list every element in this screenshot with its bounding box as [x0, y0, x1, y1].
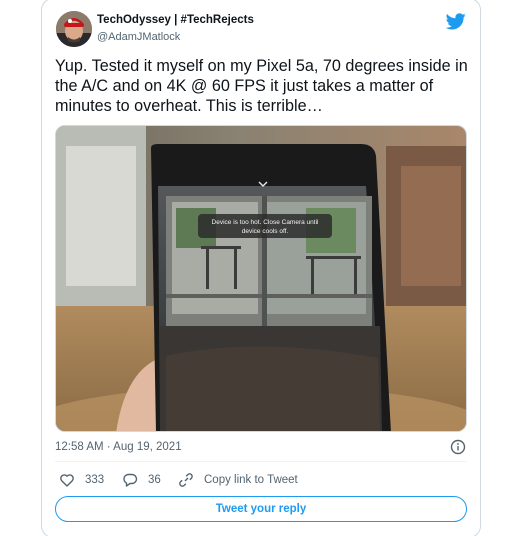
copy-link-label: Copy link to Tweet	[204, 474, 298, 486]
avatar[interactable]	[56, 11, 92, 47]
reply-button[interactable]: 36	[122, 471, 161, 489]
tweet-actions: 333 36 Copy link to Tweet	[55, 471, 467, 489]
like-count: 333	[85, 474, 105, 486]
author-handle[interactable]: @AdamJMatlock	[97, 31, 180, 43]
tweet-text: Yup. Tested it myself on my Pixel 5a, 70…	[55, 57, 468, 115]
tweet-timestamp[interactable]: 12:58 AM · Aug 19, 2021	[55, 441, 182, 453]
tweet-your-reply-button[interactable]: Tweet your reply	[55, 496, 467, 522]
like-button[interactable]: 333	[59, 471, 104, 489]
svg-text:device cools off.: device cools off.	[242, 228, 289, 235]
heart-icon	[60, 474, 74, 487]
tweet-media-photo[interactable]: Device is too hot. Close Camera until de…	[55, 125, 467, 432]
author-display-name[interactable]: TechOdyssey | #TechRejects	[97, 14, 254, 26]
divider	[55, 461, 467, 462]
twitter-bird-icon[interactable]	[446, 13, 466, 30]
svg-text:Device is too hot. Close Camer: Device is too hot. Close Camera until	[212, 219, 319, 226]
photo-illustration: Device is too hot. Close Camera until de…	[56, 126, 466, 431]
tweet-card: TechOdyssey | #TechRejects @AdamJMatlock…	[41, 0, 481, 536]
link-icon	[179, 473, 193, 487]
info-icon[interactable]	[450, 439, 466, 455]
reply-count: 36	[148, 474, 161, 486]
copy-link-button[interactable]: Copy link to Tweet	[178, 471, 298, 489]
reply-icon	[123, 473, 138, 487]
